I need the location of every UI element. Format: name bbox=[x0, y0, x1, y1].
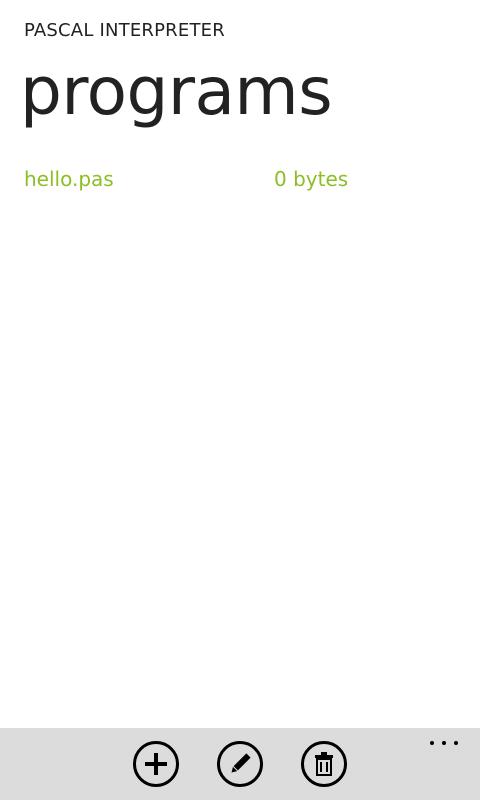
app-bar bbox=[0, 728, 480, 800]
more-dot bbox=[430, 741, 434, 745]
add-icon bbox=[145, 753, 167, 775]
edit-button[interactable] bbox=[217, 741, 263, 787]
delete-icon bbox=[315, 752, 333, 776]
more-icon[interactable] bbox=[430, 736, 458, 750]
more-dot bbox=[454, 741, 458, 745]
app-title: PASCAL INTERPRETER bbox=[24, 20, 225, 41]
file-name: hello.pas bbox=[24, 167, 114, 191]
app-window: PASCAL INTERPRETER programs hello.pas 0 … bbox=[0, 0, 480, 800]
add-button[interactable] bbox=[133, 741, 179, 787]
file-size: 0 bytes bbox=[274, 167, 349, 191]
list-item[interactable]: hello.pas 0 bytes bbox=[24, 164, 464, 194]
programs-list: hello.pas 0 bytes bbox=[24, 164, 464, 194]
edit-icon bbox=[231, 753, 251, 773]
more-dot bbox=[442, 741, 446, 745]
delete-button[interactable] bbox=[301, 741, 347, 787]
page-title: programs bbox=[20, 53, 333, 130]
